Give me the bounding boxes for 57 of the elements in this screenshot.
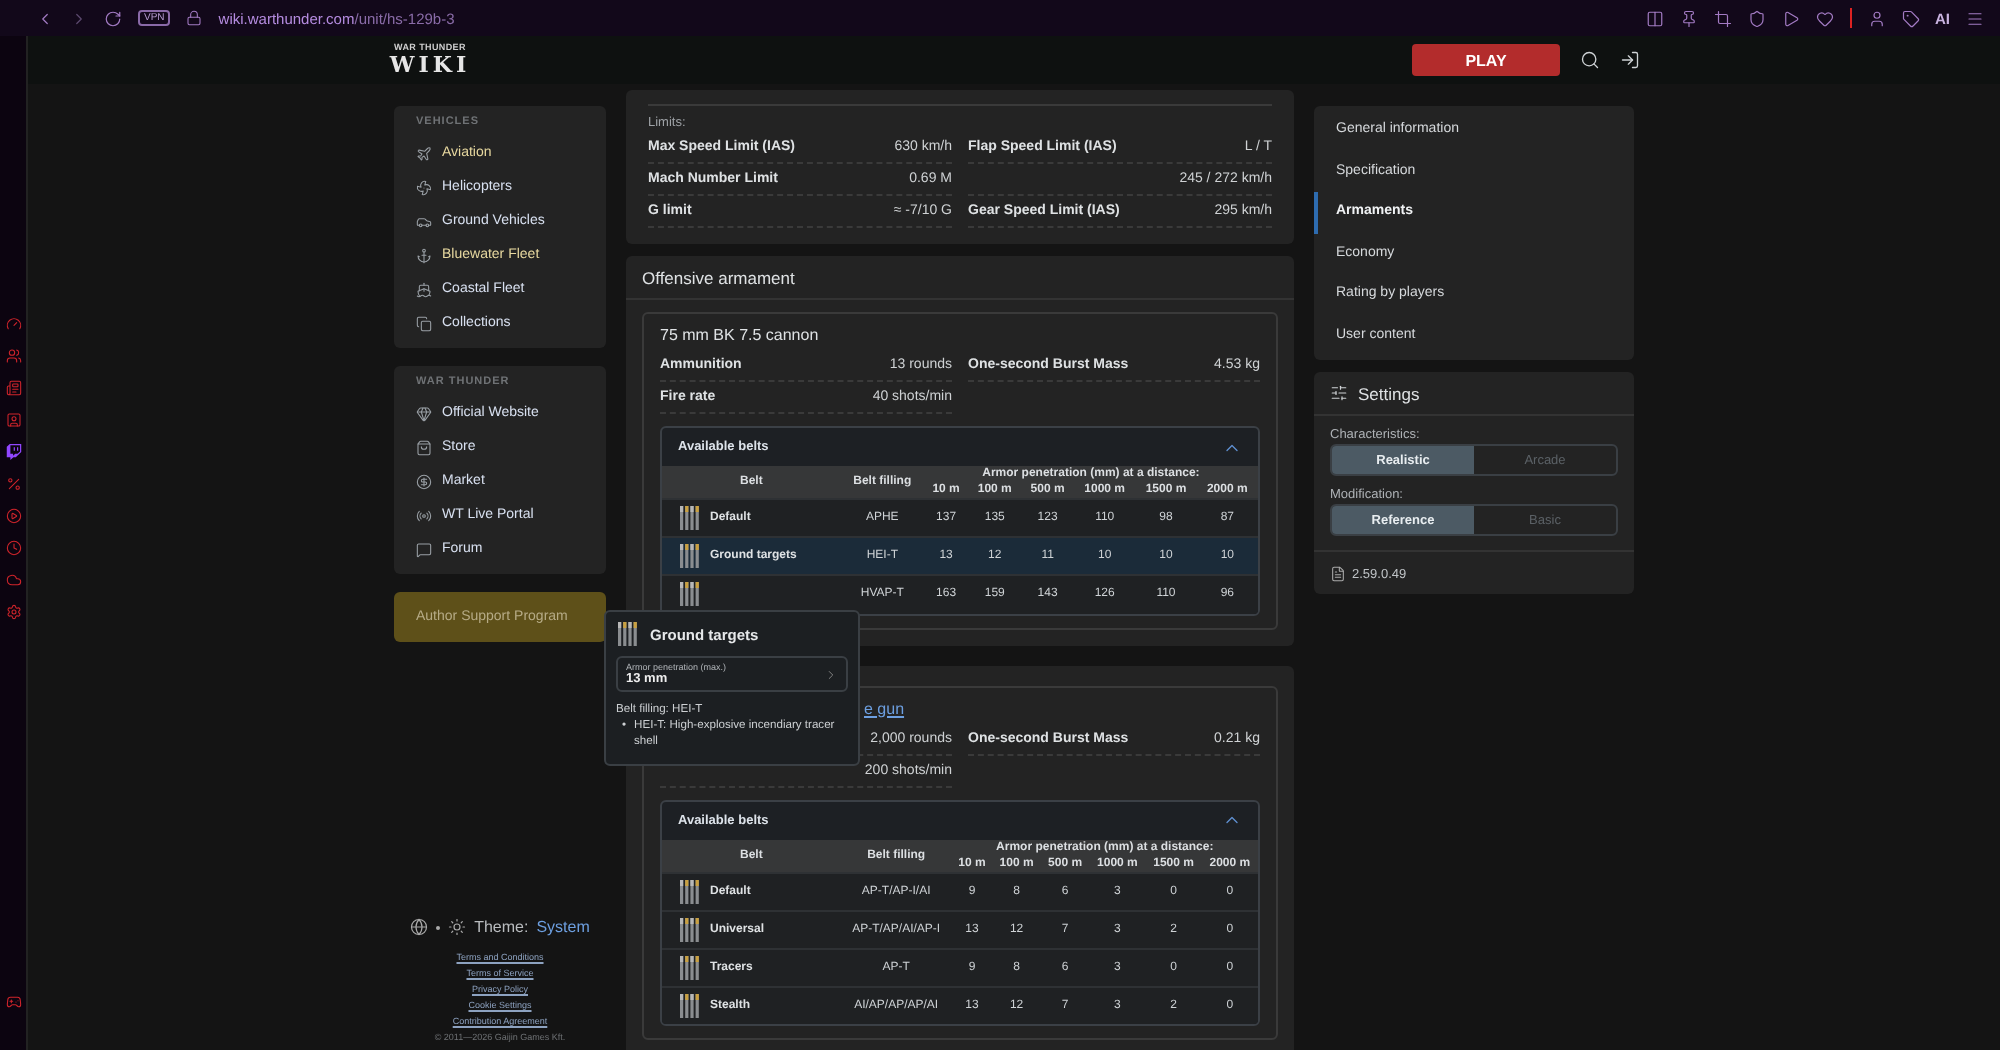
coin-icon (416, 473, 432, 489)
tag-icon[interactable] (1901, 9, 1919, 27)
user-icon[interactable] (1867, 9, 1885, 27)
search-icon[interactable] (1580, 50, 1600, 70)
settings-icon[interactable] (5, 604, 21, 620)
gauge-icon[interactable] (5, 316, 21, 332)
sliders-icon (1330, 384, 1348, 402)
login-icon[interactable] (1620, 50, 1640, 70)
weapon-title: 75 mm BK 7.5 cannon (656, 326, 823, 344)
play-button[interactable]: PLAY (1412, 44, 1560, 76)
ammo-belt-icon (678, 879, 700, 903)
users-icon[interactable] (5, 348, 21, 364)
ammo-belt-icon (678, 544, 700, 568)
ammo-belt-icon (678, 582, 700, 607)
profile-icon[interactable] (5, 412, 21, 428)
broadcast-icon (416, 507, 432, 523)
document-icon (1330, 566, 1346, 582)
weapon-link[interactable]: e gun (864, 699, 905, 717)
bag-icon (416, 439, 432, 455)
plane-icon (416, 145, 432, 161)
car-icon (416, 213, 432, 229)
chevron-right-icon (824, 667, 838, 681)
percent-icon[interactable] (5, 476, 21, 492)
menu-icon[interactable] (1966, 9, 1984, 27)
clock-icon[interactable] (5, 540, 21, 556)
ammo-belt-icon (616, 622, 638, 646)
play-circle-icon[interactable] (5, 508, 21, 524)
ammo-belt-icon (678, 506, 700, 530)
lock-icon (186, 10, 203, 26)
chat-icon (416, 541, 432, 557)
cloud-icon[interactable] (5, 572, 21, 588)
collection-icon (416, 315, 432, 331)
ammo-belt-icon (678, 955, 700, 979)
theme-label: Theme: (474, 918, 529, 936)
ship-icon (416, 281, 432, 297)
crop-icon[interactable] (1713, 9, 1731, 27)
newspaper-icon[interactable] (5, 380, 21, 396)
pin-icon[interactable] (1679, 9, 1697, 27)
shield-icon[interactable] (1747, 9, 1765, 27)
globe-icon[interactable] (410, 918, 429, 936)
ammo-belt-icon (678, 917, 700, 941)
reload-icon[interactable] (104, 9, 122, 27)
anchor-icon (416, 247, 432, 263)
section-title: Offensive armament (626, 256, 1294, 300)
heart-icon[interactable] (1815, 9, 1833, 27)
settings-title: Settings (1358, 383, 1420, 403)
gem-icon (416, 405, 432, 421)
ammo-belt-icon (678, 993, 700, 1018)
forward-icon[interactable] (70, 9, 88, 27)
gamepad-icon[interactable] (5, 994, 21, 1010)
back-icon[interactable] (36, 9, 54, 27)
sun-icon (448, 918, 467, 936)
twitch-icon[interactable] (5, 444, 21, 460)
play-icon[interactable] (1781, 9, 1799, 27)
theme-link[interactable]: System (536, 918, 590, 936)
split-view-icon[interactable] (1645, 9, 1663, 27)
rotor-icon (416, 179, 432, 195)
